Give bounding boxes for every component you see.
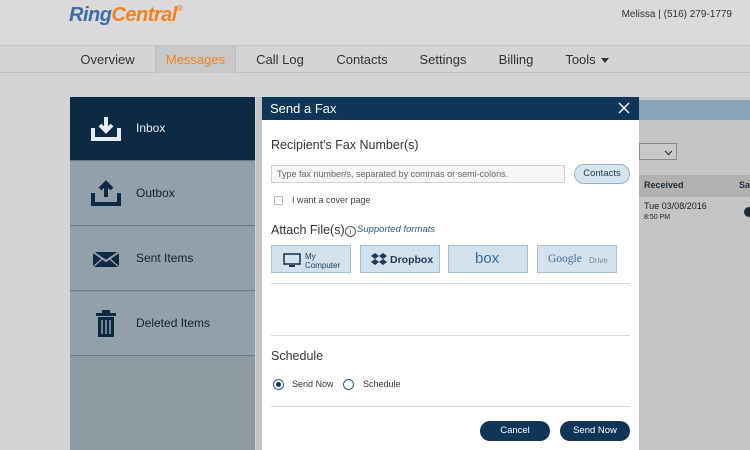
fax-number-input[interactable] (271, 165, 565, 183)
divider (271, 283, 630, 284)
send-now-radio[interactable] (273, 379, 284, 390)
schedule-radio[interactable] (343, 379, 354, 390)
outbox-icon (91, 180, 121, 206)
row-received-time: 8:50 PM (644, 214, 671, 221)
box-button[interactable]: box (448, 245, 528, 273)
chevron-down-icon (664, 147, 673, 156)
nav-contacts[interactable]: Contacts (326, 46, 398, 73)
logo-ring-text: Ring (69, 4, 112, 26)
dropbox-icon (371, 253, 387, 265)
user-info[interactable]: Melissa | (516) 279-1779 (622, 9, 732, 20)
send-now-radio-label: Send Now (292, 379, 334, 389)
folder-outbox[interactable]: Outbox (70, 162, 255, 226)
folder-sent-items[interactable]: Sent Items (70, 227, 255, 291)
folder-deleted-items[interactable]: Deleted Items (70, 292, 255, 356)
google-drive-prefix: Google (548, 253, 582, 265)
google-drive-suffix: Drive (589, 256, 608, 265)
cancel-button[interactable]: Cancel (480, 421, 550, 441)
list-header-band (639, 100, 750, 120)
row-status-dot[interactable] (744, 207, 750, 217)
folder-inbox[interactable]: Inbox (70, 97, 255, 161)
dialog-titlebar: Send a Fax (262, 97, 639, 120)
filter-select[interactable] (639, 143, 677, 160)
ringcentral-logo[interactable]: RingCentral® (69, 4, 183, 27)
folder-panel: Inbox Outbox Sent Items Deleted Items (70, 97, 255, 450)
folder-sent-items-label: Sent Items (136, 251, 194, 265)
google-drive-button[interactable]: Google Drive (537, 245, 617, 273)
divider (271, 335, 630, 336)
column-received[interactable]: Received (644, 180, 684, 190)
contacts-button[interactable]: Contacts (574, 164, 630, 184)
nav-billing[interactable]: Billing (488, 46, 544, 73)
send-now-button[interactable]: Send Now (560, 421, 630, 441)
cover-page-label: I want a cover page (292, 195, 371, 205)
divider (271, 406, 630, 407)
my-computer-button[interactable]: My Computer (271, 245, 351, 273)
logo-registered-mark: ® (176, 4, 183, 13)
close-icon[interactable] (615, 99, 633, 117)
folder-outbox-label: Outbox (136, 186, 175, 200)
dialog-title: Send a Fax (270, 101, 337, 116)
info-icon[interactable]: i (345, 226, 356, 237)
top-header: RingCentral® Melissa | (516) 279-1779 (0, 0, 750, 45)
box-label: box (475, 250, 500, 267)
folder-deleted-items-label: Deleted Items (136, 316, 211, 330)
nav-messages[interactable]: Messages (155, 46, 236, 73)
my-computer-line2: Computer (305, 261, 341, 270)
envelope-icon (92, 251, 120, 268)
dropbox-label: Dropbox (390, 254, 434, 266)
recipient-label: Recipient's Fax Number(s) (271, 138, 419, 152)
main-nav: Overview Messages Call Log Contacts Sett… (0, 45, 750, 73)
supported-formats-link[interactable]: Supported formats (357, 224, 435, 235)
row-received-date: Tue 03/08/2016 (644, 201, 707, 211)
nav-settings[interactable]: Settings (410, 46, 476, 73)
inbox-icon (91, 117, 121, 141)
column-partial[interactable]: Sa (739, 180, 750, 190)
cover-page-checkbox[interactable] (274, 196, 283, 205)
monitor-icon (283, 253, 301, 267)
nav-call-log[interactable]: Call Log (246, 46, 314, 73)
nav-tools-label: Tools (565, 52, 596, 67)
schedule-radio-label: Schedule (363, 379, 401, 389)
folder-inbox-label: Inbox (136, 121, 166, 135)
schedule-label: Schedule (271, 349, 324, 363)
attach-files-label: Attach File(s) (271, 223, 345, 237)
table-header: Received Sa (639, 175, 750, 197)
nav-tools[interactable]: Tools (556, 46, 618, 73)
dropbox-button[interactable]: Dropbox (360, 245, 440, 273)
caret-down-icon (600, 58, 609, 64)
logo-central-text: Central (111, 4, 177, 26)
send-fax-dialog: Send a Fax Recipient's Fax Number(s) Con… (262, 97, 639, 450)
nav-overview[interactable]: Overview (70, 46, 145, 73)
trash-icon (96, 310, 116, 337)
my-computer-line1: My (305, 252, 316, 261)
